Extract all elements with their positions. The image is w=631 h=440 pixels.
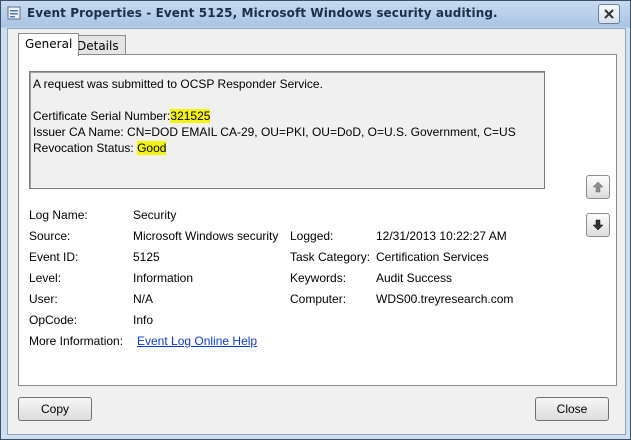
event-viewer-icon	[7, 6, 21, 20]
close-button[interactable]: Close	[535, 397, 609, 421]
logged-value: 12/31/2013 10:22:27 AM	[376, 229, 507, 243]
level-value: Information	[133, 271, 194, 285]
arrow-down-icon	[592, 219, 604, 231]
issuer-line: Issuer CA Name: CN=DOD EMAIL CA-29, OU=P…	[33, 125, 516, 139]
keywords-value: Audit Success	[376, 271, 453, 285]
next-event-button[interactable]	[586, 213, 610, 237]
window-title: Event Properties - Event 5125, Microsoft…	[27, 6, 498, 20]
event-log-online-help-link[interactable]: Event Log Online Help	[137, 334, 257, 348]
arrow-up-icon	[592, 181, 604, 193]
previous-event-button[interactable]	[586, 175, 610, 199]
event-id-value: 5125	[133, 250, 160, 264]
user-label: User:	[29, 292, 58, 306]
close-icon	[604, 9, 614, 19]
computer-value: WDS00.treyresearch.com	[376, 292, 514, 306]
task-category-value: Certification Services	[376, 250, 489, 264]
task-category-label: Task Category:	[290, 250, 371, 264]
copy-button[interactable]: Copy	[18, 397, 92, 421]
serial-number-label: Certificate Serial Number:	[33, 109, 171, 123]
serial-number-value: 321525	[170, 109, 211, 123]
level-label: Level:	[29, 271, 62, 285]
tab-general[interactable]: General	[18, 33, 80, 56]
logged-label: Logged:	[290, 229, 334, 243]
keywords-label: Keywords:	[290, 271, 347, 285]
user-value: N/A	[133, 292, 154, 306]
revocation-line: Revocation Status: Good	[33, 140, 541, 156]
title-bar[interactable]: Event Properties - Event 5125, Microsoft…	[1, 1, 630, 27]
opcode-label: OpCode:	[29, 313, 78, 327]
close-window-button[interactable]	[598, 4, 620, 24]
source-label: Source:	[29, 229, 71, 243]
log-name-value: Security	[133, 208, 177, 222]
description-line-1: A request was submitted to OCSP Responde…	[33, 77, 323, 91]
revocation-label: Revocation Status:	[33, 141, 134, 155]
dialog-client-area: General Details A request was submitted …	[7, 28, 626, 435]
computer-label: Computer:	[290, 292, 347, 306]
event-id-label: Event ID:	[29, 250, 79, 264]
event-properties-window: Event Properties - Event 5125, Microsoft…	[0, 0, 631, 440]
more-information-label: More Information:	[29, 334, 124, 348]
revocation-value: Good	[137, 141, 167, 155]
general-tab-panel: A request was submitted to OCSP Responde…	[18, 54, 617, 386]
opcode-value: Info	[133, 313, 154, 327]
event-description-box[interactable]: A request was submitted to OCSP Responde…	[29, 71, 545, 189]
log-name-label: Log Name:	[29, 208, 88, 222]
serial-number-line: Certificate Serial Number:321525	[33, 108, 541, 124]
source-value: Microsoft Windows security	[133, 229, 279, 243]
